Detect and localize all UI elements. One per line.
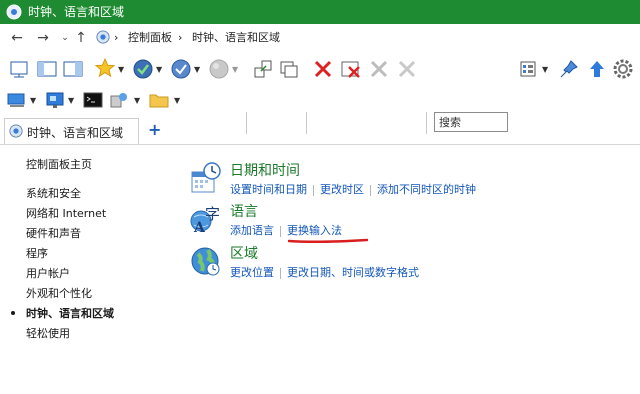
device-dropdown-icon[interactable]: ▼ (134, 97, 142, 105)
category-title-language[interactable]: 语言 (230, 201, 258, 221)
copy-to-icon[interactable] (278, 58, 300, 80)
link-change-formats[interactable]: 更改日期、时间或数字格式 (287, 266, 419, 279)
device-icon[interactable] (108, 89, 130, 111)
move-to-icon[interactable] (252, 58, 274, 80)
forward-icon[interactable]: → (34, 29, 52, 47)
up-icon[interactable]: ↑ (72, 29, 90, 47)
computer-icon[interactable] (6, 89, 28, 111)
language-icon: A 字 (190, 203, 222, 236)
category-links: 更改位置 更改日期、时间或数字格式 (230, 264, 419, 280)
control-panel-address-icon (96, 30, 110, 44)
network-computer-dropdown-icon[interactable]: ▼ (68, 97, 76, 105)
breadcrumb-control-panel[interactable]: 控制面板 (128, 31, 172, 45)
sidebar-item-clock-language-region[interactable]: 时钟、语言和区域 (26, 305, 114, 321)
disabled-globe-icon (208, 58, 230, 80)
up-arrow-icon[interactable] (586, 58, 608, 80)
link-divider (370, 184, 371, 196)
link-divider (280, 225, 281, 237)
delete-icon[interactable] (312, 58, 334, 80)
view-pane-icon[interactable] (36, 58, 58, 80)
svg-text:字: 字 (205, 205, 220, 223)
category-links: 设置时间和日期 更改时区 添加不同时区的时钟 (230, 181, 476, 197)
pin-icon[interactable] (558, 58, 580, 80)
tab-clock-language-region[interactable]: 时钟、语言和区域 (4, 118, 139, 144)
link-divider (280, 267, 281, 279)
globe-clock-icon (190, 245, 222, 277)
sidebar-item-appearance[interactable]: 外观和个性化 (26, 285, 92, 301)
history-check-icon[interactable] (132, 58, 154, 80)
link-set-date-time[interactable]: 设置时间和日期 (230, 183, 307, 196)
sidebar-item-system-security[interactable]: 系统和安全 (26, 185, 81, 201)
history-dropdown-icon[interactable]: ▼ (156, 66, 164, 74)
breadcrumb-separator: › (178, 31, 183, 44)
new-tab-button[interactable]: + (148, 120, 161, 139)
toolbar: ▼ ▼ ▼ ▼ 搜索 ▼ (0, 54, 640, 134)
gear-icon[interactable] (612, 58, 634, 80)
control-panel-tab-icon (9, 124, 23, 138)
view-details-icon[interactable] (8, 58, 30, 80)
sidebar-item-hardware-sound[interactable]: 硬件和声音 (26, 225, 81, 241)
tab-label: 时钟、语言和区域 (27, 126, 124, 140)
view-options-icon[interactable] (518, 58, 540, 80)
remove-disabled-icon (396, 58, 418, 80)
favorites-dropdown-icon[interactable]: ▼ (118, 66, 126, 74)
calendar-clock-icon (190, 162, 222, 194)
computer-dropdown-icon[interactable]: ▼ (30, 97, 38, 105)
breadcrumb-separator: › (114, 31, 119, 44)
red-underline-annotation (287, 233, 369, 244)
sidebar-item-control-panel-home[interactable]: 控制面板主页 (26, 156, 92, 172)
link-add-language[interactable]: 添加语言 (230, 224, 274, 237)
delete-window-icon[interactable] (340, 58, 362, 80)
network-computer-icon[interactable] (44, 89, 66, 111)
link-add-clocks[interactable]: 添加不同时区的时钟 (377, 183, 476, 196)
network-check-icon[interactable] (170, 58, 192, 80)
link-change-timezone[interactable]: 更改时区 (320, 183, 364, 196)
view-options-dropdown-icon[interactable]: ▼ (542, 66, 550, 74)
toolbar-secondary: ▼ ▼ ▼ ▼ (0, 86, 640, 114)
sidebar-item-ease-of-access[interactable]: 轻松使用 (26, 325, 70, 341)
back-icon[interactable]: ← (8, 29, 26, 47)
category-title-date-time[interactable]: 日期和时间 (230, 160, 300, 180)
preview-pane-icon[interactable] (62, 58, 84, 80)
breadcrumb-current[interactable]: 时钟、语言和区域 (192, 31, 280, 45)
globe-dropdown-icon: ▼ (232, 65, 239, 74)
link-change-location[interactable]: 更改位置 (230, 266, 274, 279)
network-dropdown-icon[interactable]: ▼ (194, 66, 202, 74)
folder-icon[interactable] (148, 89, 170, 111)
control-panel-icon (6, 4, 22, 20)
folder-dropdown-icon[interactable]: ▼ (174, 97, 182, 105)
active-item-bullet (11, 311, 15, 315)
command-prompt-icon[interactable] (82, 89, 104, 111)
link-divider (313, 184, 314, 196)
category-title-region[interactable]: 区域 (230, 243, 258, 263)
tab-bar: 时钟、语言和区域 + (0, 116, 640, 145)
address-bar[interactable]: › 控制面板 › 时钟、语言和区域 (94, 28, 640, 48)
sidebar-item-user-accounts[interactable]: 用户帐户 (26, 265, 70, 281)
sidebar-item-programs[interactable]: 程序 (26, 245, 48, 261)
sidebar-item-network-internet[interactable]: 网络和 Internet (26, 205, 106, 221)
title-bar: 时钟、语言和区域 (0, 0, 640, 24)
cut-disabled-icon (368, 58, 390, 80)
favorites-star-icon[interactable] (94, 57, 116, 79)
window-title: 时钟、语言和区域 (28, 5, 125, 19)
